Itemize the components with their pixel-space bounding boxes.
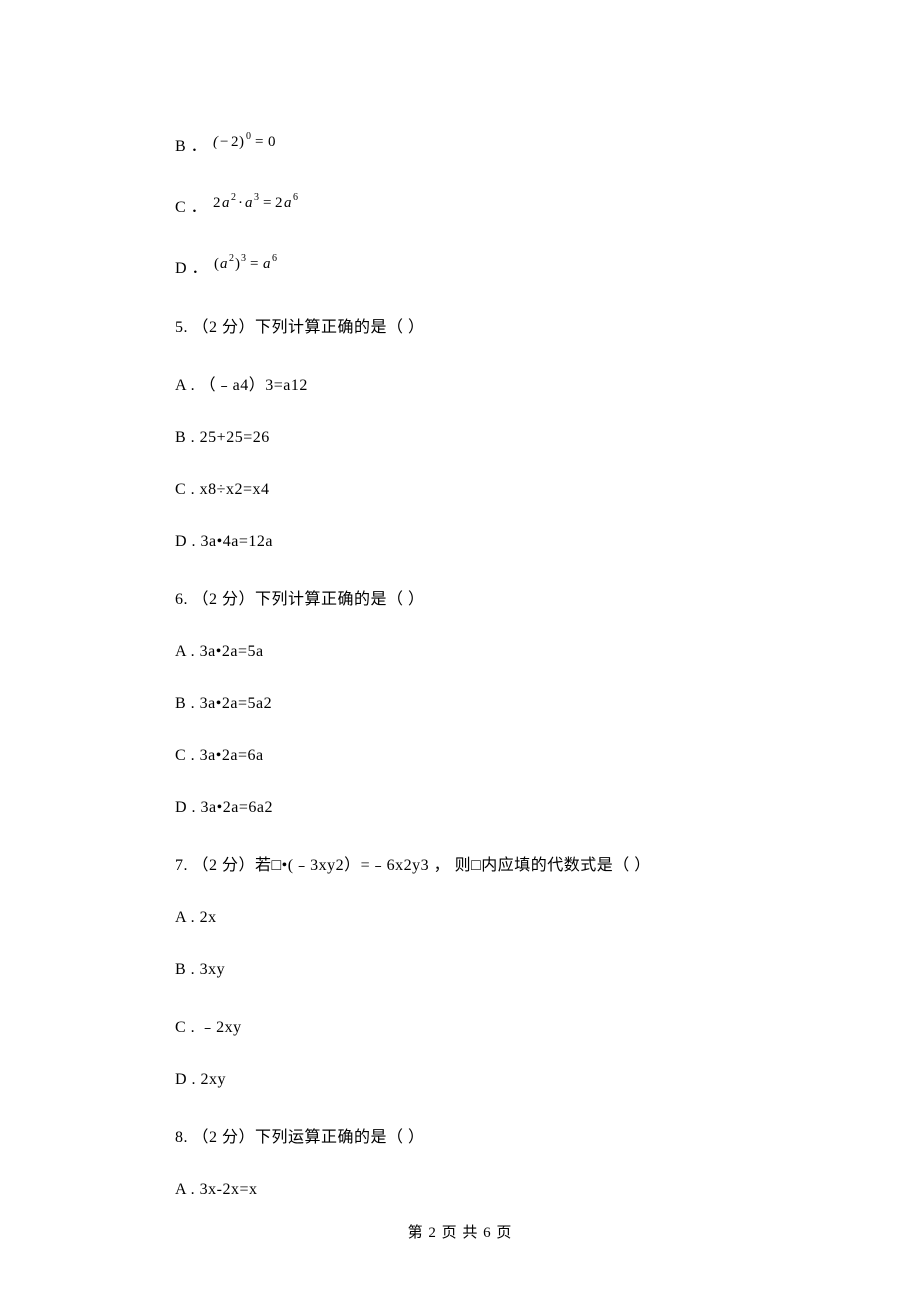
option-d-label: D ． xyxy=(175,254,208,278)
svg-text:): ) xyxy=(235,256,241,272)
svg-text:2: 2 xyxy=(229,253,235,264)
q5-stem: 5. （2 分）下列计算正确的是（ ） xyxy=(175,313,745,337)
svg-text:0: 0 xyxy=(268,134,276,150)
q7-option-d: D . 2xy xyxy=(175,1071,745,1089)
svg-text:·: · xyxy=(238,195,244,211)
svg-text:=: = xyxy=(263,195,272,211)
svg-text:3: 3 xyxy=(241,253,247,264)
q5-option-d: D . 3a•4a=12a xyxy=(175,533,745,551)
svg-text:a: a xyxy=(245,195,253,211)
q5-option-a: A . （﹣a4）3=a12 xyxy=(175,371,745,395)
svg-text:2: 2 xyxy=(275,195,283,211)
option-c-prev: C ． 2 a 2 · a 3 = 2 a 6 xyxy=(175,191,745,218)
q5-option-b: B . 25+25=26 xyxy=(175,429,745,447)
option-d-prev: D ． ( a 2 ) 3 = a 6 xyxy=(175,252,745,279)
q7-option-a: A . 2x xyxy=(175,909,745,927)
svg-text:(: ( xyxy=(213,134,219,150)
q5-option-c: C . x8÷x2=x4 xyxy=(175,481,745,499)
svg-text:0: 0 xyxy=(246,131,252,142)
svg-text:a: a xyxy=(263,256,271,272)
page-content: B ． ( − 2) 0 = 0 C ． 2 a 2 · a 3 = 2 xyxy=(0,0,920,1199)
expression-2a2-a3: 2 a 2 · a 3 = 2 a 6 xyxy=(213,191,333,218)
svg-text:2): 2) xyxy=(231,134,245,150)
svg-text:2: 2 xyxy=(231,192,237,203)
svg-text:3: 3 xyxy=(254,192,260,203)
q8-stem: 8. （2 分）下列运算正确的是（ ） xyxy=(175,1123,745,1147)
expression-a2-cubed: ( a 2 ) 3 = a 6 xyxy=(214,252,314,279)
svg-text:6: 6 xyxy=(293,192,299,203)
q7-stem: 7. （2 分）若□•(﹣3xy2）=﹣6x2y3 ， 则□内应填的代数式是（ … xyxy=(175,851,745,875)
svg-text:a: a xyxy=(222,195,230,211)
option-c-label: C ． xyxy=(175,193,207,217)
svg-text:2: 2 xyxy=(213,195,221,211)
svg-text:=: = xyxy=(250,256,259,272)
svg-text:a: a xyxy=(284,195,292,211)
q6-stem: 6. （2 分）下列计算正确的是（ ） xyxy=(175,585,745,609)
q7-option-c: C . ﹣2xy xyxy=(175,1013,745,1037)
svg-text:a: a xyxy=(220,256,228,272)
q6-option-d: D . 3a•2a=6a2 xyxy=(175,799,745,817)
svg-text:=: = xyxy=(255,134,264,150)
option-b-label: B ． xyxy=(175,132,207,156)
q8-option-a: A . 3x-2x=x xyxy=(175,1181,745,1199)
svg-text:(: ( xyxy=(214,256,220,272)
q6-option-c: C . 3a•2a=6a xyxy=(175,747,745,765)
page-footer: 第 2 页 共 6 页 xyxy=(0,1221,920,1242)
expression-neg2-pow0: ( − 2) 0 = 0 xyxy=(213,130,303,157)
q6-option-a: A . 3a•2a=5a xyxy=(175,643,745,661)
option-b-prev: B ． ( − 2) 0 = 0 xyxy=(175,130,745,157)
svg-text:6: 6 xyxy=(272,253,278,264)
q6-option-b: B . 3a•2a=5a2 xyxy=(175,695,745,713)
svg-text:−: − xyxy=(220,134,229,150)
q7-option-b: B . 3xy xyxy=(175,961,745,979)
